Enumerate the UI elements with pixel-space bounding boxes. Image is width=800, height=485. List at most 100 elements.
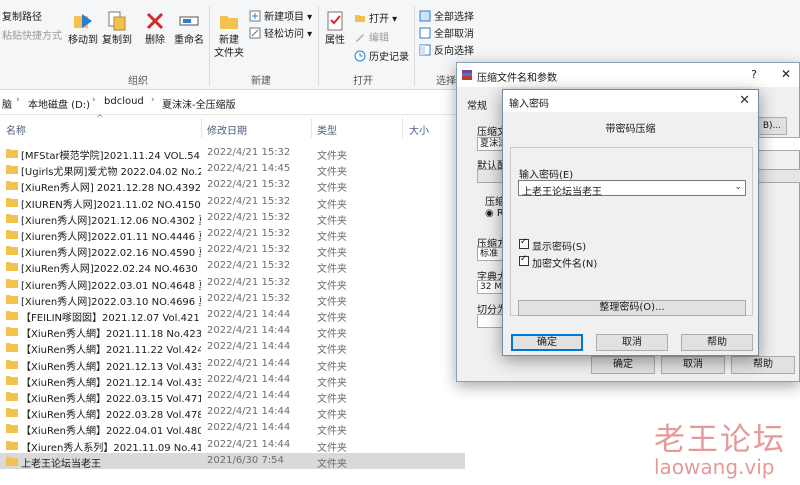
file-type: 文件夹 bbox=[317, 426, 347, 438]
file-date: 2022/4/21 14:44 bbox=[207, 357, 291, 369]
breadcrumb-drive[interactable]: 本地磁盘 (D:) bbox=[28, 96, 90, 111]
invert-selection-button[interactable]: 反向选择 bbox=[419, 42, 474, 57]
password-dialog: 输入密码 ✕ 带密码压缩 输入密码(E) 上老王论坛当老王 ⌄ 显示密码(S) … bbox=[502, 89, 759, 356]
paste-shortcut-button[interactable]: 粘贴快捷方式 bbox=[2, 27, 62, 42]
window: 复制路径 粘贴快捷方式 移动到 复制到 删除 重命名 组织 新建 文件夹 新建项… bbox=[0, 0, 800, 485]
open-label: 打开 ▾ bbox=[369, 14, 398, 25]
file-row[interactable]: [MFStar模范学院]2021.11.24 VOL.541 ... 2022/4… bbox=[0, 145, 465, 162]
password-cancel-button[interactable]: 取消 bbox=[596, 334, 668, 351]
file-row[interactable]: [Ugirls尤果网]爱尤物 2022.04.02 No.2... 2022/4/… bbox=[0, 161, 465, 178]
folder-icon bbox=[6, 327, 18, 337]
column-divider[interactable] bbox=[201, 118, 202, 138]
file-row[interactable]: [Xiuren秀人网]2022.03.01 NO.4648 夏... 2022/4… bbox=[0, 275, 465, 292]
file-row[interactable]: [XIUREN秀人网]2021.11.02 NO.4150 ... 2022/4/… bbox=[0, 194, 465, 211]
file-row[interactable]: [Xiuren秀人网]2022.01.11 NO.4446 夏... 2022/4… bbox=[0, 226, 465, 243]
column-name[interactable]: 名称 bbox=[6, 122, 26, 137]
password-ok-button[interactable]: 确定 bbox=[511, 334, 583, 351]
help-icon[interactable]: ? bbox=[751, 68, 757, 81]
file-date: 2022/4/21 15:32 bbox=[207, 292, 291, 304]
archive-dialog-titlebar[interactable]: 压缩文件名和参数 ? ✕ bbox=[457, 63, 799, 87]
file-row[interactable]: 【XiuRen秀人網】2022.04.01 Vol.4807... 2022/4/… bbox=[0, 420, 465, 438]
file-row[interactable]: 【XiuRen秀人網】2021.12.13 Vol.4330... 2022/4/… bbox=[0, 356, 465, 373]
breadcrumb-bdcloud[interactable]: bdcloud bbox=[104, 96, 144, 107]
file-row[interactable]: 【XiuRen秀人網】2021.12.14 Vol.4332... 2022/4/… bbox=[0, 372, 465, 389]
column-type[interactable]: 类型 bbox=[317, 122, 337, 137]
delete-icon bbox=[146, 12, 164, 30]
file-row[interactable]: 【XiuRen秀人網】2022.03.15 Vol.4716... 2022/4/… bbox=[0, 388, 465, 405]
file-date: 2022/4/21 14:44 bbox=[207, 406, 291, 418]
file-date: 2022/4/21 14:44 bbox=[207, 325, 291, 337]
file-row[interactable]: [Xiuren秀人网]2022.02.16 NO.4590 夏... 2022/4… bbox=[0, 242, 465, 259]
file-row[interactable]: 【XiuRen秀人網】2021.11.22 Vol.4247... 2022/4/… bbox=[0, 339, 465, 357]
rename-button[interactable]: 重命名 bbox=[172, 10, 206, 47]
column-size[interactable]: 大小 bbox=[409, 122, 429, 137]
breadcrumb-root[interactable]: 脑 bbox=[2, 96, 12, 111]
folder-icon bbox=[6, 165, 18, 175]
easy-access-button[interactable]: 轻松访问 ▾ bbox=[249, 25, 312, 40]
file-row[interactable]: [Xiuren秀人网]2021.12.06 NO.4302 夏... 2022/4… bbox=[0, 210, 465, 227]
copy-to-button[interactable]: 复制到 bbox=[100, 10, 134, 47]
properties-button[interactable]: 属性 bbox=[322, 10, 348, 47]
select-none-label: 全部取消 bbox=[434, 29, 474, 40]
select-none-button[interactable]: 全部取消 bbox=[419, 25, 474, 40]
password-dialog-title: 输入密码 bbox=[509, 99, 549, 110]
file-date: 2022/4/21 14:44 bbox=[207, 422, 291, 434]
column-divider[interactable] bbox=[311, 118, 312, 138]
edit-label: 编辑 bbox=[369, 33, 389, 44]
file-row[interactable]: [Xiuren秀人网]2022.03.10 NO.4696 夏... 2022/4… bbox=[0, 291, 465, 308]
show-password-checkbox[interactable] bbox=[519, 237, 529, 249]
column-divider[interactable] bbox=[402, 118, 403, 138]
open-icon bbox=[355, 15, 365, 22]
close-icon[interactable]: ✕ bbox=[781, 67, 791, 81]
file-date: 2021/6/30 7:54 bbox=[207, 454, 284, 466]
file-type: 文件夹 bbox=[317, 215, 347, 227]
file-row[interactable]: [XiuRen秀人网] 2021.12.28 NO.4392 ... 2022/4… bbox=[0, 177, 465, 194]
breadcrumb-current[interactable]: 夏沫沫-全压缩版 bbox=[162, 96, 236, 111]
password-input[interactable]: 上老王论坛当老王 ⌄ bbox=[518, 180, 746, 198]
encrypt-names-checkbox[interactable] bbox=[519, 254, 529, 266]
file-row[interactable]: [XiuRen秀人网]2022.02.24 NO.4630 夏... 2022/4… bbox=[0, 258, 465, 275]
password-help-button[interactable]: 帮助 bbox=[681, 334, 753, 351]
tab-general[interactable]: 常规 bbox=[467, 97, 487, 112]
easy-access-label: 轻松访问 ▾ bbox=[264, 29, 313, 40]
copy-path-button[interactable]: 复制路径 bbox=[2, 8, 42, 23]
file-type: 文件夹 bbox=[317, 296, 347, 308]
file-row[interactable]: 【Xiuren秀人系列】2021.11.09 No.418... 2022/4/2… bbox=[0, 437, 465, 454]
file-name: 【XiuRen秀人網】2021.11.22 Vol.4247... bbox=[21, 345, 201, 357]
folder-icon bbox=[6, 456, 18, 466]
delete-button[interactable]: 删除 bbox=[142, 10, 168, 47]
select-all-button[interactable]: 全部选择 bbox=[419, 8, 474, 23]
file-type: 文件夹 bbox=[317, 232, 347, 243]
file-name: [Xiuren秀人网]2021.12.06 NO.4302 夏... bbox=[21, 215, 201, 227]
folder-icon bbox=[6, 149, 18, 158]
archive-help-button[interactable]: 帮助 bbox=[731, 356, 795, 374]
new-folder-button[interactable]: 新建 文件夹 bbox=[212, 10, 246, 60]
file-row[interactable]: 【FEILIN嗲囡囡】2021.12.07 Vol.421 ... 2022/4/… bbox=[0, 307, 465, 324]
browse-button[interactable]: B)... bbox=[757, 117, 787, 135]
archive-cancel-button[interactable]: 取消 bbox=[661, 356, 725, 374]
file-name: [Xiuren秀人网]2022.01.11 NO.4446 夏... bbox=[21, 232, 201, 243]
new-item-icon bbox=[249, 10, 261, 22]
folder-icon bbox=[6, 213, 18, 223]
file-row[interactable]: 上老王论坛当老王 2021/6/30 7:54 文件夹 bbox=[0, 452, 465, 470]
organize-passwords-button[interactable]: 整理密码(O)... bbox=[518, 300, 746, 316]
column-date[interactable]: 修改日期 bbox=[207, 122, 247, 137]
close-icon[interactable]: ✕ bbox=[739, 93, 750, 108]
password-dialog-titlebar[interactable]: 输入密码 ✕ bbox=[503, 90, 758, 112]
new-item-button[interactable]: 新建项目 ▾ bbox=[249, 8, 312, 23]
open-button[interactable]: 打开 ▾ bbox=[354, 10, 397, 25]
file-date: 2022/4/21 14:45 bbox=[207, 163, 291, 175]
chevron-right-icon: › bbox=[16, 95, 20, 105]
encrypt-names-label: 加密文件名(N) bbox=[532, 259, 598, 270]
file-name: 【XiuRen秀人網】2022.04.01 Vol.4807... bbox=[21, 426, 201, 438]
file-row[interactable]: 【XiuRen秀人網】2022.03.28 Vol.4781... 2022/4/… bbox=[0, 404, 465, 421]
archive-ok-button[interactable]: 确定 bbox=[591, 356, 655, 374]
file-row[interactable]: 【XiuRen秀人網】2021.11.18 No.4232... 2022/4/2… bbox=[0, 323, 465, 340]
history-button[interactable]: 历史记录 bbox=[354, 48, 409, 63]
edit-button[interactable]: 编辑 bbox=[354, 29, 389, 44]
move-to-button[interactable]: 移动到 bbox=[66, 10, 100, 47]
chevron-down-icon[interactable]: ⌄ bbox=[734, 182, 742, 192]
properties-icon bbox=[327, 11, 343, 31]
file-date: 2022/4/21 15:32 bbox=[207, 147, 291, 158]
file-date: 2022/4/21 15:32 bbox=[207, 195, 291, 207]
